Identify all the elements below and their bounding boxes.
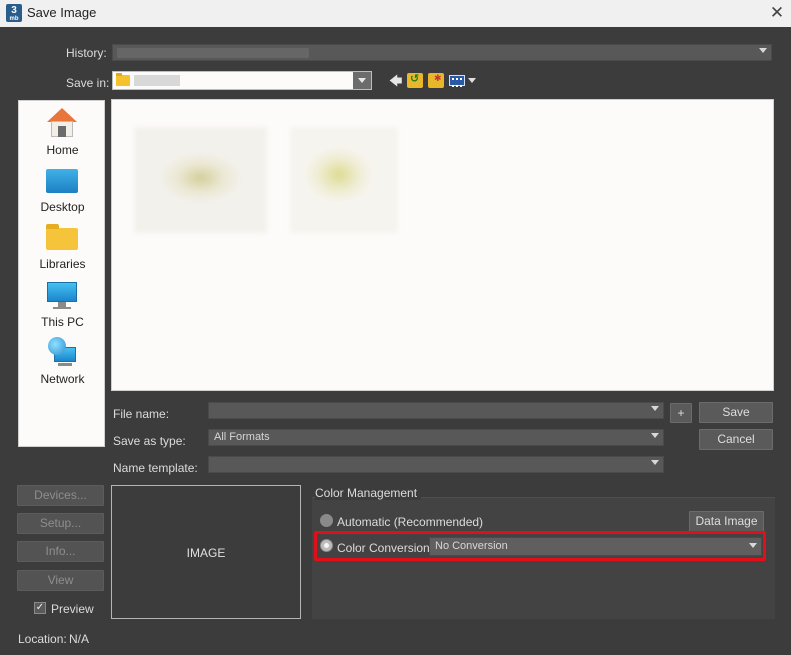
data-image-button[interactable]: Data Image bbox=[689, 511, 764, 532]
app-icon: 3 mb bbox=[6, 4, 22, 22]
save-as-type-value: All Formats bbox=[214, 431, 270, 443]
setup-button[interactable]: Setup... bbox=[17, 513, 104, 534]
file-name-input[interactable] bbox=[208, 402, 664, 419]
image-preview: IMAGE bbox=[111, 485, 301, 619]
info-button[interactable]: Info... bbox=[17, 541, 104, 562]
devices-button[interactable]: Devices... bbox=[17, 485, 104, 506]
automatic-label: Automatic (Recommended) bbox=[337, 515, 484, 529]
place-home[interactable]: Home bbox=[19, 104, 106, 157]
view-menu-icon[interactable] bbox=[449, 73, 476, 88]
folder-icon bbox=[116, 73, 130, 86]
save-in-dropdown[interactable] bbox=[112, 71, 372, 90]
chevron-down-icon bbox=[651, 406, 659, 411]
save-in-dropdown-arrow[interactable] bbox=[353, 72, 371, 89]
new-folder-icon[interactable] bbox=[428, 73, 444, 88]
location-label: Location: bbox=[18, 632, 67, 646]
view-button[interactable]: View bbox=[17, 570, 104, 591]
history-label: History: bbox=[66, 46, 107, 60]
save-in-value-redacted bbox=[134, 75, 180, 86]
name-template-label: Name template: bbox=[113, 461, 198, 475]
add-template-button[interactable]: + bbox=[670, 403, 692, 423]
place-this-pc[interactable]: This PC bbox=[19, 276, 106, 329]
save-as-type-label: Save as type: bbox=[113, 434, 186, 448]
chevron-down-icon bbox=[759, 48, 767, 53]
up-one-level-icon[interactable] bbox=[407, 72, 423, 88]
history-dropdown[interactable] bbox=[112, 44, 772, 61]
preview-label: Preview bbox=[51, 602, 94, 616]
place-label: Network bbox=[40, 372, 85, 386]
place-libraries[interactable]: Libraries bbox=[19, 218, 106, 271]
window-title: Save Image bbox=[27, 5, 97, 20]
chevron-down-icon bbox=[651, 433, 659, 438]
save-as-type-dropdown[interactable]: All Formats bbox=[208, 429, 664, 446]
network-icon bbox=[46, 337, 78, 367]
libraries-icon bbox=[46, 224, 78, 250]
desktop-icon bbox=[46, 169, 78, 193]
save-in-label: Save in: bbox=[66, 76, 110, 90]
close-icon[interactable]: ✕ bbox=[767, 2, 787, 24]
place-label: Desktop bbox=[40, 200, 85, 214]
image-preview-placeholder: IMAGE bbox=[186, 546, 226, 560]
color-management-title: Color Management bbox=[315, 486, 422, 500]
back-arrow-icon[interactable]: 🡄 bbox=[389, 73, 405, 88]
highlight-box bbox=[314, 531, 766, 561]
chevron-down-icon bbox=[468, 78, 476, 83]
place-label: Libraries bbox=[39, 257, 86, 271]
this-pc-icon bbox=[46, 280, 78, 310]
details-view-icon bbox=[449, 75, 465, 87]
chevron-down-icon bbox=[358, 78, 366, 83]
file-thumbnail[interactable] bbox=[134, 127, 267, 233]
history-value-redacted bbox=[117, 48, 309, 58]
home-icon bbox=[46, 108, 78, 138]
file-browser[interactable] bbox=[111, 99, 774, 391]
name-template-dropdown[interactable] bbox=[208, 456, 664, 473]
preview-checkbox[interactable]: ✓ bbox=[34, 602, 46, 614]
place-label: Home bbox=[46, 143, 79, 157]
places-sidebar: Home Desktop Libraries This PC Network bbox=[18, 100, 105, 447]
chevron-down-icon bbox=[651, 460, 659, 465]
save-button[interactable]: Save bbox=[699, 402, 773, 423]
location-value: N/A bbox=[69, 632, 90, 646]
place-desktop[interactable]: Desktop bbox=[19, 161, 106, 214]
file-name-label: File name: bbox=[113, 407, 170, 421]
title-bar: 3 mb Save Image ✕ bbox=[0, 0, 791, 27]
cancel-button[interactable]: Cancel bbox=[699, 429, 773, 450]
place-label: This PC bbox=[41, 315, 84, 329]
file-thumbnail[interactable] bbox=[290, 127, 398, 233]
place-network[interactable]: Network bbox=[19, 333, 106, 386]
automatic-radio[interactable] bbox=[320, 514, 333, 527]
